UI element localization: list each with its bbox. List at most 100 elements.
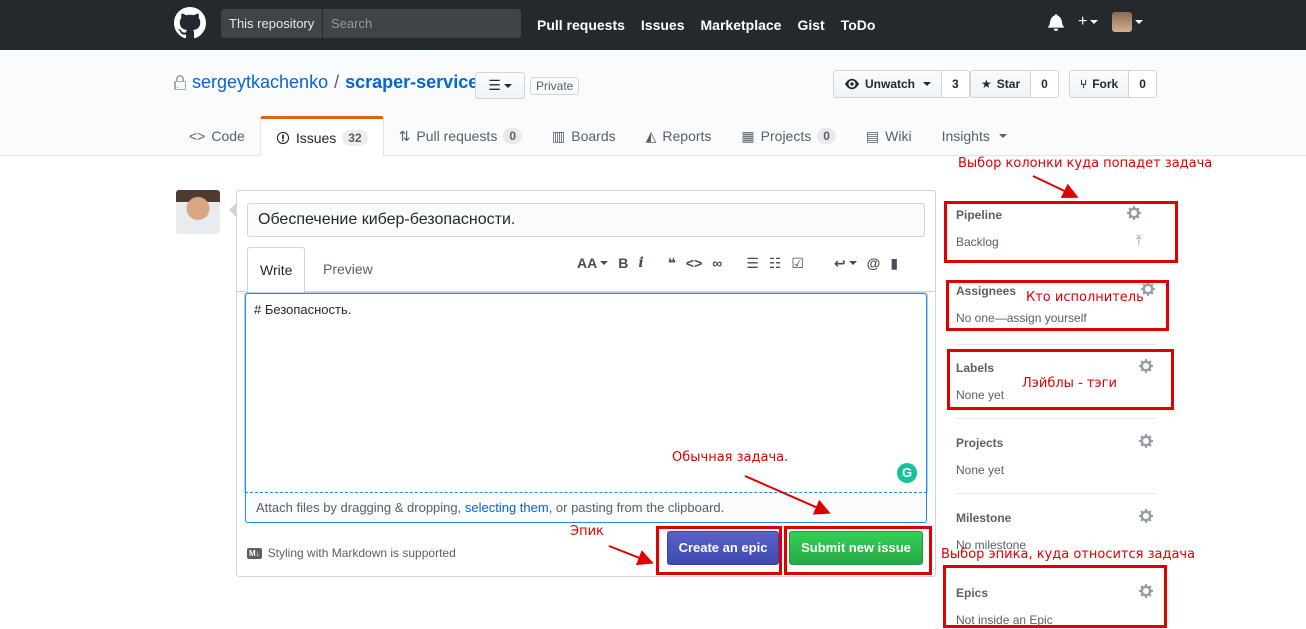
issue-icon <box>276 131 289 144</box>
tab-label: Boards <box>571 128 616 144</box>
tab-label: Code <box>211 128 245 144</box>
tab-label: Insights <box>941 128 990 144</box>
reports-icon: ◭ <box>645 127 657 144</box>
italic-icon[interactable]: i <box>638 255 643 271</box>
annotation-box-epics <box>943 565 1167 628</box>
markdown-note: M↓ Styling with Markdown is supported <box>247 546 456 560</box>
projects-counter: 0 <box>817 128 836 144</box>
search-input[interactable] <box>323 9 521 38</box>
pull-request-icon: ⇅ <box>398 127 411 144</box>
issues-counter: 32 <box>342 129 368 146</box>
annotation-regular-task: Обычная задача. <box>672 450 789 465</box>
select-files-link[interactable]: selecting them <box>465 500 549 515</box>
arrow-pipeline <box>1032 175 1079 199</box>
link-icon[interactable]: ∞ <box>712 255 722 271</box>
star-count[interactable]: 0 <box>1031 70 1059 98</box>
user-menu[interactable] <box>1112 12 1144 32</box>
gear-icon[interactable] <box>1138 433 1154 449</box>
reply-icon[interactable]: ↩ <box>834 255 857 272</box>
sidebar-projects[interactable]: Projects None yet <box>956 433 1156 477</box>
tab-preview[interactable]: Preview <box>311 247 385 293</box>
nav-pull-requests[interactable]: Pull requests <box>537 17 625 33</box>
nav-todo[interactable]: ToDo <box>841 17 876 33</box>
projects-heading: Projects <box>956 436 1004 450</box>
tab-label: Pull requests <box>416 128 498 144</box>
private-badge: Private <box>530 77 580 95</box>
bookmark-icon[interactable]: ▮ <box>890 255 898 272</box>
sidebar-milestone[interactable]: Milestone No milestone <box>956 508 1156 552</box>
annotation-box-create-epic <box>656 526 782 575</box>
fork-group: ⑂ Fork 0 <box>1069 70 1157 98</box>
markdown-toolbar: AA B i ❝ <> ∞ ☰ ☷ ☑ ↩ @ ▮ <box>577 253 898 273</box>
issue-body-textarea[interactable]: # Безопасность. <box>245 293 927 492</box>
avatar <box>1112 12 1133 32</box>
nav-marketplace[interactable]: Marketplace <box>701 17 782 33</box>
tab-projects[interactable]: ▦ Projects 0 <box>726 116 851 156</box>
grammarly-icon[interactable]: G <box>897 463 917 483</box>
projects-value: None yet <box>956 463 1005 477</box>
nav-issues[interactable]: Issues <box>641 17 685 33</box>
quote-icon[interactable]: ❝ <box>668 255 676 272</box>
tab-boards[interactable]: ▥ Boards <box>537 116 631 156</box>
issue-title-input[interactable]: Обеспечение кибер-безопасности. <box>247 203 925 237</box>
top-navigation-bar: This repository Pull requests Issues Mar… <box>0 0 1306 50</box>
search-box: This repository <box>221 9 521 38</box>
top-nav-links: Pull requests Issues Marketplace Gist To… <box>537 0 875 50</box>
github-logo-icon[interactable] <box>174 7 206 39</box>
attach-files-bar[interactable]: Attach files by dragging & dropping, sel… <box>245 492 927 523</box>
search-scope-label[interactable]: This repository <box>221 9 323 38</box>
star-button[interactable]: ★ Star <box>970 70 1032 98</box>
projects-icon: ▦ <box>741 127 755 144</box>
milestone-heading: Milestone <box>956 511 1012 525</box>
tab-label: Reports <box>662 128 712 144</box>
tab-code[interactable]: <> Code <box>174 116 260 156</box>
tab-reports[interactable]: ◭ Reports <box>631 116 727 156</box>
wiki-icon: ▤ <box>865 127 880 144</box>
code-icon: <> <box>189 128 206 144</box>
numbered-list-icon[interactable]: ☷ <box>769 255 782 272</box>
sidebar-divider <box>956 344 1156 345</box>
repo-menu-button[interactable]: ☰ <box>475 72 525 99</box>
watch-group: Unwatch 3 <box>833 70 970 98</box>
markdown-note-text[interactable]: Styling with Markdown is supported <box>268 546 456 560</box>
fork-label: Fork <box>1092 77 1119 91</box>
eye-icon <box>845 78 859 90</box>
tab-label: Issues <box>295 129 337 146</box>
gear-icon[interactable] <box>1138 508 1154 524</box>
repo-owner-link[interactable]: sergeytkachenko <box>192 72 328 93</box>
bell-icon[interactable] <box>1048 13 1064 31</box>
star-label: Star <box>996 77 1021 91</box>
unwatch-label: Unwatch <box>865 77 916 91</box>
unwatch-button[interactable]: Unwatch <box>833 70 943 98</box>
task-list-icon[interactable]: ☑ <box>791 255 804 272</box>
chevron-down-icon <box>998 134 1007 138</box>
fork-count[interactable]: 0 <box>1129 70 1157 98</box>
repository-header: sergeytkachenko / scraper-service ☰ Priv… <box>0 50 1306 157</box>
bulleted-list-icon[interactable]: ☰ <box>746 255 759 272</box>
code-icon[interactable]: <> <box>686 255 702 271</box>
user-controls: + <box>1048 12 1144 32</box>
annotation-box-submit <box>784 526 932 575</box>
mention-icon[interactable]: @ <box>867 255 881 271</box>
fork-button[interactable]: ⑂ Fork <box>1069 70 1130 98</box>
nav-gist[interactable]: Gist <box>797 17 824 33</box>
plus-menu-icon[interactable]: + <box>1078 13 1099 31</box>
boards-icon: ▥ <box>552 127 566 144</box>
tab-insights[interactable]: Insights <box>927 116 1022 156</box>
tab-write[interactable]: Write <box>247 247 306 293</box>
watch-count[interactable]: 3 <box>942 70 970 98</box>
repo-name-link[interactable]: scraper-service <box>345 72 478 93</box>
tab-pull-requests[interactable]: ⇅ Pull requests 0 <box>384 116 537 156</box>
sidebar-divider <box>956 493 1156 494</box>
tab-label: Projects <box>760 128 812 144</box>
sidebar-divider <box>956 418 1156 419</box>
tab-wiki[interactable]: ▤ Wiki <box>851 116 927 156</box>
bold-icon[interactable]: B <box>618 255 628 271</box>
attach-prefix: Attach files by dragging & dropping, <box>256 500 465 515</box>
attach-suffix: , or pasting from the clipboard. <box>548 500 725 515</box>
tab-issues[interactable]: Issues 32 <box>259 116 384 157</box>
annotation-labels: Лэйблы - тэги <box>1022 376 1117 391</box>
lock-icon <box>174 74 186 90</box>
text-size-icon[interactable]: AA <box>577 255 609 271</box>
annotation-epic: Эпик <box>570 524 604 539</box>
